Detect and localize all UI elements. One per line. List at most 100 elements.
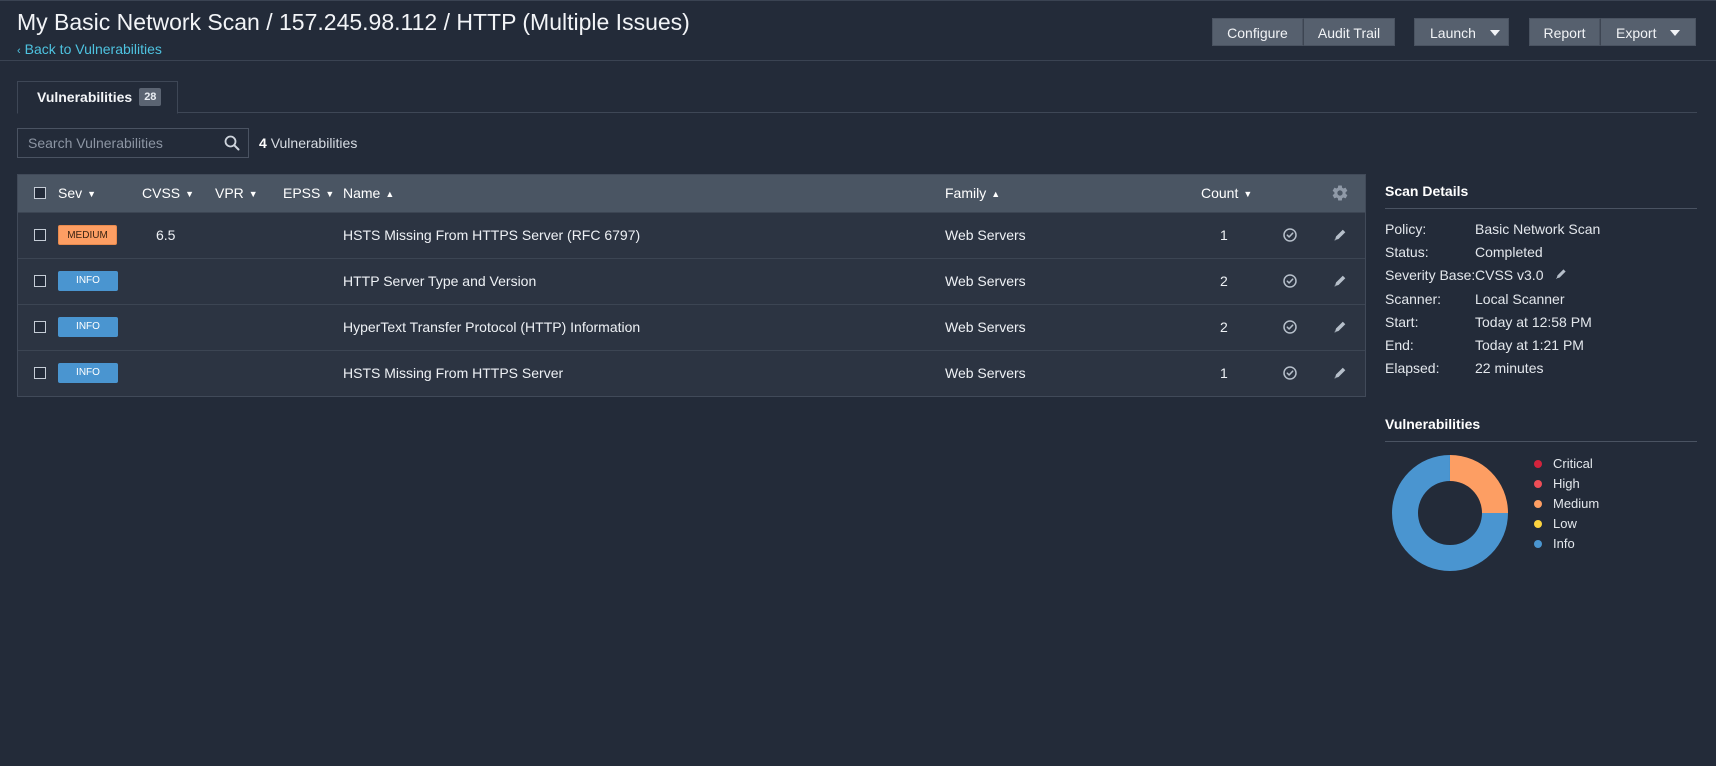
chevron-left-icon: ‹: [17, 45, 21, 57]
vuln-count: 1: [1220, 365, 1228, 381]
col-epss[interactable]: EPSS ▼: [283, 185, 334, 201]
col-sev-label: Sev: [58, 185, 83, 201]
scan-details-title: Scan Details: [1385, 183, 1697, 209]
legend-dot: [1534, 460, 1542, 468]
report-button[interactable]: Report: [1529, 18, 1600, 46]
back-link-label: Back to Vulnerabilities: [24, 41, 162, 57]
vuln-name: HTTP Server Type and Version: [343, 273, 537, 289]
search-box: [17, 128, 249, 158]
sort-desc-icon: ▼: [1243, 189, 1253, 199]
pencil-icon[interactable]: [1332, 227, 1348, 243]
tab-vulnerabilities[interactable]: Vulnerabilities 28: [17, 81, 178, 114]
legend-label: Low: [1553, 516, 1577, 531]
col-cvss-label: CVSS: [142, 185, 181, 201]
count-badge: 28: [139, 88, 162, 107]
row-checkbox[interactable]: [34, 321, 46, 333]
detail-key: Status:: [1385, 244, 1429, 260]
table-row[interactable]: INFO HyperText Transfer Protocol (HTTP) …: [18, 304, 1365, 350]
col-name[interactable]: Name ▲: [343, 185, 394, 201]
check-circle-icon[interactable]: [1282, 273, 1298, 289]
legend-label: High: [1553, 476, 1580, 491]
check-circle-icon[interactable]: [1282, 319, 1298, 335]
sort-desc-icon: ▼: [185, 189, 195, 199]
export-label: Export: [1616, 25, 1657, 41]
pencil-icon[interactable]: [1332, 319, 1348, 335]
search-icon[interactable]: [224, 135, 240, 151]
severity-badge: INFO: [58, 317, 118, 337]
vuln-family: Web Servers: [945, 227, 1026, 243]
donut-slice-medium: [1450, 455, 1508, 513]
col-count-label: Count: [1201, 185, 1239, 201]
launch-group: Launch: [1414, 18, 1509, 46]
caret-down-icon: [1489, 30, 1500, 37]
detail-value: Basic Network Scan: [1475, 221, 1601, 237]
check-circle-icon[interactable]: [1282, 365, 1298, 381]
vuln-family: Web Servers: [945, 365, 1026, 381]
severity-badge: MEDIUM: [58, 225, 117, 245]
sort-desc-icon: ▼: [248, 189, 258, 199]
sort-asc-icon: ▲: [385, 189, 395, 199]
launch-button[interactable]: Launch: [1414, 18, 1509, 46]
vuln-family: Web Servers: [945, 273, 1026, 289]
col-cvss[interactable]: CVSS ▼: [142, 185, 194, 201]
search-input[interactable]: [18, 129, 208, 157]
severity-badge: INFO: [58, 271, 118, 291]
severity-donut-chart: [1392, 455, 1508, 571]
row-checkbox[interactable]: [34, 275, 46, 287]
legend-label: Critical: [1553, 456, 1593, 471]
vulnerabilities-summary-title: Vulnerabilities: [1385, 416, 1697, 442]
col-family-label: Family: [945, 185, 987, 201]
tab-label: Vulnerabilities: [37, 89, 133, 105]
vulnerabilities-table: Sev ▼ CVSS ▼ VPR ▼ EPSS ▼ Name ▲ Family ▲ Coun…: [17, 174, 1366, 397]
col-vpr[interactable]: VPR ▼: [215, 185, 258, 201]
report-export-group: Report Export: [1529, 18, 1696, 46]
vuln-name: HSTS Missing From HTTPS Server: [343, 365, 564, 381]
pencil-icon[interactable]: [1332, 273, 1348, 289]
detail-value: CVSS v3.0: [1475, 267, 1544, 283]
col-epss-label: EPSS: [283, 185, 321, 201]
detail-value: Today at 1:21 PM: [1475, 337, 1584, 353]
configure-button[interactable]: Configure: [1212, 18, 1303, 46]
legend-dot: [1534, 520, 1542, 528]
configure-audit-group: Configure Audit Trail: [1212, 18, 1395, 46]
table-header: Sev ▼ CVSS ▼ VPR ▼ EPSS ▼ Name ▲ Family ▲ Coun…: [18, 175, 1365, 212]
table-row[interactable]: INFO HSTS Missing From HTTPS Server Web …: [18, 350, 1365, 396]
legend-label: Info: [1553, 536, 1575, 551]
col-vpr-label: VPR: [215, 185, 244, 201]
table-row[interactable]: INFO HTTP Server Type and Version Web Se…: [18, 258, 1365, 304]
detail-key: Elapsed:: [1385, 360, 1440, 376]
select-all-checkbox[interactable]: [34, 187, 46, 199]
legend-dot: [1534, 480, 1542, 488]
row-checkbox[interactable]: [34, 229, 46, 241]
detail-value: 22 minutes: [1475, 360, 1544, 376]
col-count[interactable]: Count ▼: [1201, 185, 1252, 201]
col-family[interactable]: Family ▲: [945, 185, 1000, 201]
audit-trail-button[interactable]: Audit Trail: [1303, 18, 1395, 46]
detail-key: Scanner:: [1385, 291, 1442, 307]
table-row[interactable]: MEDIUM 6.5 HSTS Missing From HTTPS Serve…: [18, 212, 1365, 258]
detail-key: Severity Base:: [1385, 267, 1476, 283]
vuln-count: 1: [1220, 227, 1228, 243]
export-button[interactable]: Export: [1600, 18, 1696, 46]
col-name-label: Name: [343, 185, 381, 201]
pencil-icon[interactable]: [1554, 267, 1568, 281]
result-count-number: 4: [259, 135, 267, 151]
page-title: My Basic Network Scan / 157.245.98.112 /…: [17, 9, 690, 35]
legend-dot: [1534, 500, 1542, 508]
pencil-icon[interactable]: [1332, 365, 1348, 381]
vuln-name: HyperText Transfer Protocol (HTTP) Infor…: [343, 319, 641, 335]
detail-value: Today at 12:58 PM: [1475, 314, 1592, 330]
page-header: My Basic Network Scan / 157.245.98.112 /…: [0, 0, 1716, 61]
gear-icon[interactable]: [1331, 184, 1349, 202]
row-checkbox[interactable]: [34, 367, 46, 379]
tab-strip: Vulnerabilities 28: [17, 81, 1697, 114]
detail-value: Local Scanner: [1475, 291, 1565, 307]
col-sev[interactable]: Sev ▼: [58, 185, 96, 201]
back-to-vulnerabilities-link[interactable]: ‹ Back to Vulnerabilities: [17, 41, 162, 57]
vuln-family: Web Servers: [945, 319, 1026, 335]
sort-desc-icon: ▼: [325, 189, 335, 199]
check-circle-icon[interactable]: [1282, 227, 1298, 243]
detail-value: Completed: [1475, 244, 1543, 260]
result-count: 4 Vulnerabilities: [259, 135, 357, 151]
vuln-count: 2: [1220, 319, 1228, 335]
